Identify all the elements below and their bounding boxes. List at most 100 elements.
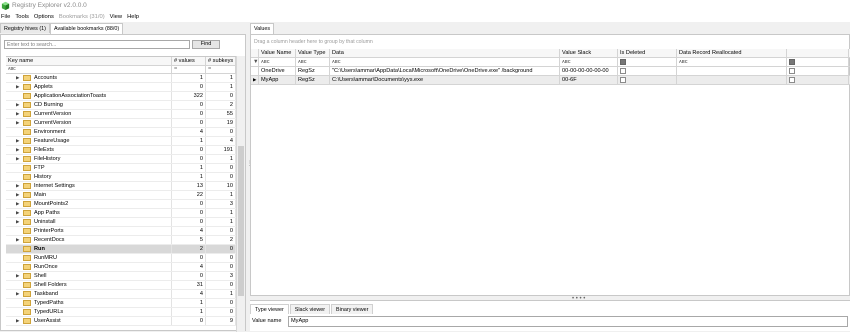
values-count-cell[interactable]: 31	[172, 281, 206, 289]
is-deleted-cell[interactable]	[618, 67, 677, 75]
values-count-cell[interactable]: 0	[172, 254, 206, 262]
column-value-type[interactable]: Value Type	[296, 49, 330, 57]
subkeys-count-cell[interactable]: 1	[206, 218, 236, 226]
table-row[interactable]: ▶ App Paths 0 1	[6, 209, 245, 218]
key-name-cell[interactable]: Run	[6, 245, 172, 253]
key-name-cell[interactable]: ▶ Applets	[6, 83, 172, 91]
table-row[interactable]: ▶ Uninstall 0 1	[6, 218, 245, 227]
key-name-cell[interactable]: FTP	[6, 164, 172, 172]
expand-arrow-icon[interactable]: ▶	[16, 146, 20, 154]
filter-reallocated[interactable]: ᴀʙᴄ	[677, 58, 787, 66]
values-count-cell[interactable]: 0	[172, 101, 206, 109]
value-type-cell[interactable]: RegSz	[296, 67, 330, 75]
key-name-cell[interactable]: ▶ App Paths	[6, 209, 172, 217]
subkeys-count-cell[interactable]: 1	[206, 209, 236, 217]
column-key-name[interactable]: Key name	[6, 57, 172, 65]
find-button[interactable]: Find	[192, 40, 220, 49]
table-row[interactable]: RunMRU 0 0	[6, 254, 245, 263]
table-row[interactable]: Run 2 0	[6, 245, 245, 254]
filter-key-name[interactable]: ᴀʙᴄ	[6, 66, 172, 73]
values-count-cell[interactable]: 0	[172, 119, 206, 127]
menu-options[interactable]: Options	[34, 14, 54, 20]
key-name-cell[interactable]: History	[6, 173, 172, 181]
values-count-cell[interactable]: 0	[172, 155, 206, 163]
key-name-cell[interactable]: TypedURLs	[6, 308, 172, 316]
group-by-hint[interactable]: Drag a column header here to group by th…	[254, 39, 373, 45]
expand-arrow-icon[interactable]: ▶	[16, 110, 20, 118]
values-count-cell[interactable]: 322	[172, 92, 206, 100]
filter-slack[interactable]: ᴀʙᴄ	[560, 58, 618, 66]
table-row[interactable]: RunOnce 4 0	[6, 263, 245, 272]
values-count-cell[interactable]: 1	[172, 299, 206, 307]
subkeys-count-cell[interactable]: 0	[206, 281, 236, 289]
value-name-cell[interactable]: MyApp	[259, 76, 296, 84]
checkbox-icon[interactable]	[789, 67, 795, 74]
checkbox-icon[interactable]	[789, 58, 795, 65]
table-row[interactable]: Shell Folders 31 0	[6, 281, 245, 290]
value-name-field[interactable]: MyApp	[288, 316, 848, 327]
key-name-cell[interactable]: Shell Folders	[6, 281, 172, 289]
values-count-cell[interactable]: 4	[172, 263, 206, 271]
subkeys-count-cell[interactable]: 3	[206, 272, 236, 280]
table-row[interactable]: ▶ MountPoints2 0 3	[6, 200, 245, 209]
tab-binary-viewer[interactable]: Binary viewer	[331, 304, 374, 314]
is-deleted-cell[interactable]	[618, 76, 677, 84]
subkeys-count-cell[interactable]: 19	[206, 119, 236, 127]
table-row[interactable]: ▶ Internet Settings 13 10	[6, 182, 245, 191]
expand-arrow-icon[interactable]: ▶	[16, 209, 20, 217]
key-name-cell[interactable]: TypedPaths	[6, 299, 172, 307]
subkeys-count-cell[interactable]: 1	[206, 74, 236, 82]
expand-arrow-icon[interactable]: ▶	[16, 236, 20, 244]
checkbox-icon[interactable]	[620, 67, 626, 74]
expand-arrow-icon[interactable]: ▶	[16, 290, 20, 298]
checkbox-icon[interactable]	[620, 58, 626, 65]
subkeys-count-cell[interactable]: 1	[206, 83, 236, 91]
menu-tools[interactable]: Tools	[15, 14, 29, 20]
table-row[interactable]: ▶ Main 22 1	[6, 191, 245, 200]
key-grid-scrollbar[interactable]	[236, 56, 245, 332]
expand-arrow-icon[interactable]: ▶	[16, 200, 20, 208]
values-count-cell[interactable]: 0	[172, 110, 206, 118]
key-name-cell[interactable]: ▶ FileHistory	[6, 155, 172, 163]
values-grid-filter-row[interactable]: ▼ ᴀʙᴄ ᴀʙᴄ ᴀʙᴄ ᴀʙᴄ ᴀʙᴄ	[251, 58, 850, 67]
filter-is-deleted[interactable]	[618, 58, 677, 66]
subkeys-count-cell[interactable]: 0	[206, 263, 236, 271]
subkeys-count-cell[interactable]: 0	[206, 164, 236, 172]
subkeys-count-cell[interactable]: 2	[206, 236, 236, 244]
subkeys-count-cell[interactable]: 2	[206, 101, 236, 109]
expand-arrow-icon[interactable]: ▶	[16, 272, 20, 280]
column-data-record-reallocated[interactable]: Data Record Reallocated	[677, 49, 787, 57]
table-row[interactable]: ▶ FileExts 0 191	[6, 146, 245, 155]
key-name-cell[interactable]: Environment	[6, 128, 172, 136]
expand-arrow-icon[interactable]: ▶	[16, 317, 20, 325]
expand-arrow-icon[interactable]: ▶	[16, 119, 20, 127]
table-row[interactable]: ▶ RecentDocs 5 2	[6, 236, 245, 245]
tab-available-bookmarks[interactable]: Available bookmarks (88/0)	[49, 23, 124, 34]
values-count-cell[interactable]: 0	[172, 146, 206, 154]
extra-cell[interactable]	[787, 67, 849, 75]
values-count-cell[interactable]: 0	[172, 272, 206, 280]
subkeys-count-cell[interactable]: 10	[206, 182, 236, 190]
key-name-cell[interactable]: ▶ FileExts	[6, 146, 172, 154]
column-values-count[interactable]: # values	[172, 57, 206, 65]
subkeys-count-cell[interactable]: 0	[206, 245, 236, 253]
table-row[interactable]: ▶ FileHistory 0 1	[6, 155, 245, 164]
subkeys-count-cell[interactable]: 0	[206, 299, 236, 307]
filter-values[interactable]: =	[172, 66, 206, 73]
subkeys-count-cell[interactable]: 0	[206, 227, 236, 235]
subkeys-count-cell[interactable]: 1	[206, 155, 236, 163]
values-count-cell[interactable]: 4	[172, 290, 206, 298]
table-row[interactable]: FTP 1 0	[6, 164, 245, 173]
scrollbar-thumb[interactable]	[238, 146, 244, 296]
values-count-cell[interactable]: 4	[172, 227, 206, 235]
extra-cell[interactable]	[787, 76, 849, 84]
menu-help[interactable]: Help	[127, 14, 139, 20]
checkbox-icon[interactable]	[789, 76, 795, 83]
search-input[interactable]	[4, 40, 190, 49]
values-count-cell[interactable]: 13	[172, 182, 206, 190]
key-name-cell[interactable]: ▶ RecentDocs	[6, 236, 172, 244]
key-name-cell[interactable]: ▶ Main	[6, 191, 172, 199]
column-is-deleted[interactable]: Is Deleted	[618, 49, 677, 57]
key-name-cell[interactable]: ▶ Shell	[6, 272, 172, 280]
expand-arrow-icon[interactable]: ▶	[16, 218, 20, 226]
